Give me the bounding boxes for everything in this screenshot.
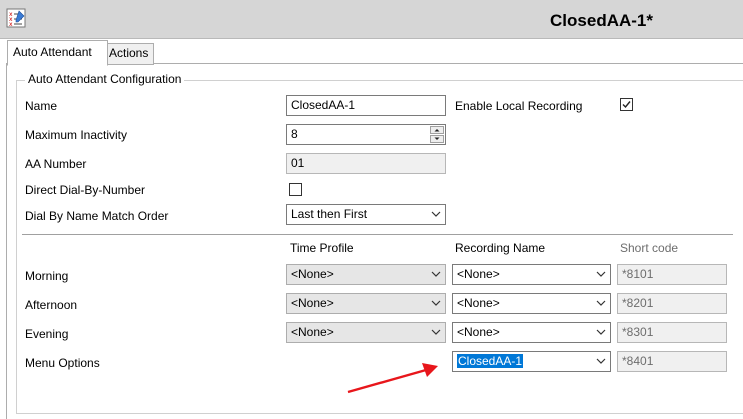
dial-by-name-label: Dial By Name Match Order	[25, 209, 169, 223]
svg-text:x: x	[9, 21, 13, 28]
chevron-down-icon	[431, 210, 441, 218]
spin-down-button[interactable]	[430, 135, 444, 143]
name-label: Name	[25, 99, 58, 113]
spin-up-button[interactable]	[430, 126, 444, 134]
morning-recording-select[interactable]: <None>	[452, 264, 611, 285]
chevron-down-icon	[596, 270, 606, 278]
recording-name-header: Recording Name	[455, 241, 546, 255]
chevron-down-icon	[596, 328, 606, 336]
direct-dial-checkbox[interactable]	[289, 183, 302, 196]
afternoon-time-profile-value: <None>	[291, 296, 334, 310]
auto-attendant-icon: x x x	[6, 8, 26, 28]
tab-actions[interactable]: Actions	[103, 43, 155, 65]
aa-number-field[interactable]: 01	[286, 153, 446, 174]
evening-recording-select[interactable]: <None>	[452, 322, 611, 343]
tab-auto-attendant[interactable]: Auto Attendant	[7, 40, 108, 66]
menu-options-recording-value: ClosedAA-1	[457, 354, 524, 368]
arrow-shaft	[347, 368, 427, 394]
enable-local-recording-checkbox[interactable]	[620, 98, 633, 111]
time-profile-header: Time Profile	[290, 241, 354, 255]
title-bar: x x x ClosedAA-1*	[0, 0, 743, 39]
check-icon	[622, 101, 631, 109]
menu-options-recording-select[interactable]: ClosedAA-1	[452, 351, 611, 372]
section-divider	[22, 234, 733, 238]
morning-short-code[interactable]: *8101	[617, 264, 727, 285]
menu-options-short-code[interactable]: *8401	[617, 351, 727, 372]
afternoon-recording-select[interactable]: <None>	[452, 293, 611, 314]
short-code-header: Short code	[620, 241, 679, 255]
evening-recording-value: <None>	[457, 325, 500, 339]
morning-time-profile-select[interactable]: <None>	[286, 264, 446, 285]
dial-by-name-select[interactable]: Last then First	[286, 204, 446, 225]
maximum-inactivity-stepper[interactable]: 8	[286, 124, 446, 145]
config-group-label: Auto Attendant Configuration	[25, 72, 185, 86]
evening-time-profile-value: <None>	[291, 325, 334, 339]
row-label-afternoon: Afternoon	[25, 298, 78, 312]
morning-recording-value: <None>	[457, 267, 500, 281]
evening-time-profile-select[interactable]: <None>	[286, 322, 446, 343]
chevron-down-icon	[596, 299, 606, 307]
maximum-inactivity-label: Maximum Inactivity	[25, 128, 128, 142]
spin-down-icon	[434, 137, 440, 140]
chevron-down-icon	[431, 299, 441, 307]
name-field[interactable]: ClosedAA-1	[286, 95, 446, 116]
chevron-down-icon	[596, 357, 606, 365]
window-title: ClosedAA-1*	[550, 11, 653, 30]
afternoon-recording-value: <None>	[457, 296, 500, 310]
chevron-down-icon	[431, 328, 441, 336]
dial-by-name-value: Last then First	[291, 207, 368, 221]
morning-time-profile-value: <None>	[291, 267, 334, 281]
enable-local-recording-label: Enable Local Recording	[455, 99, 583, 113]
afternoon-short-code[interactable]: *8201	[617, 293, 727, 314]
maximum-inactivity-value: 8	[291, 127, 298, 141]
spin-buttons	[430, 126, 444, 143]
spin-up-icon	[434, 129, 440, 132]
row-label-morning: Morning	[25, 269, 69, 283]
evening-short-code[interactable]: *8301	[617, 322, 727, 343]
row-label-menu-options: Menu Options	[25, 356, 100, 370]
direct-dial-label: Direct Dial-By-Number	[25, 183, 146, 197]
chevron-down-icon	[431, 270, 441, 278]
aa-number-label: AA Number	[25, 157, 87, 171]
afternoon-time-profile-select[interactable]: <None>	[286, 293, 446, 314]
row-label-evening: Evening	[25, 327, 69, 341]
red-arrow-annotation	[347, 363, 438, 394]
